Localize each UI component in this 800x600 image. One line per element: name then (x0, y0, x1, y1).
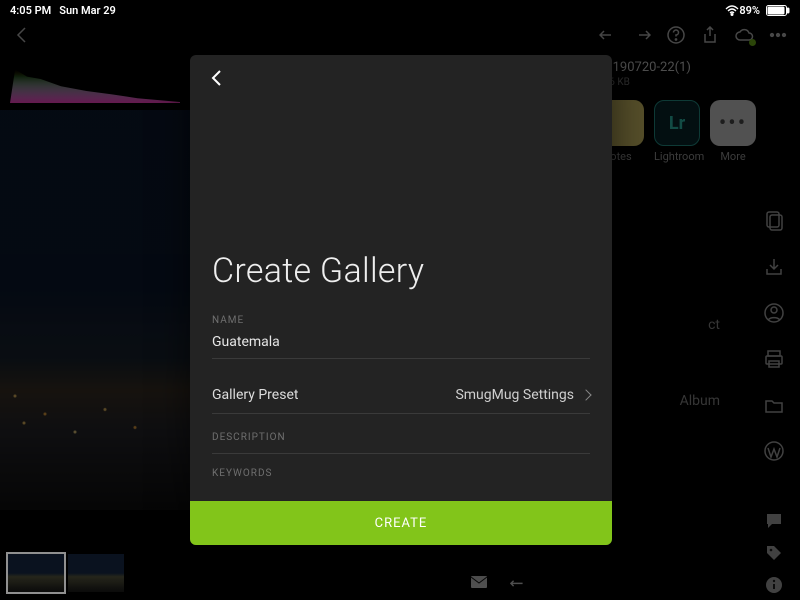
statusbar-battery-pct: 89% (739, 4, 760, 17)
ios-statusbar: 4:05 PM Sun Mar 29 89% (0, 0, 800, 20)
gallery-name-input[interactable] (212, 332, 590, 359)
right-rail-bottom (754, 512, 794, 594)
info-icon[interactable] (765, 576, 783, 594)
wifi-icon (725, 5, 739, 16)
redo-icon[interactable] (632, 25, 652, 45)
statusbar-date: Sun Mar 29 (59, 4, 116, 17)
lightroom-icon: Lr (654, 100, 700, 146)
revert-icon[interactable] (510, 574, 528, 592)
share-app-label: Lightroom (654, 150, 700, 163)
share-app-more[interactable]: ••• More (710, 100, 756, 163)
folder-icon[interactable] (763, 394, 785, 416)
person-icon[interactable] (763, 302, 785, 324)
create-gallery-modal: Create Gallery NAME Gallery Preset SmugM… (190, 55, 612, 545)
keywords-label[interactable]: KEYWORDS (212, 468, 590, 479)
wordpress-icon[interactable] (763, 440, 785, 462)
bg-label-select: ct (708, 317, 720, 333)
bg-label-album: Album (680, 393, 720, 409)
printer-icon[interactable] (763, 348, 785, 370)
share-app-lightroom[interactable]: Lr Lightroom (654, 100, 700, 163)
battery-icon (766, 5, 790, 16)
cloud-sync-icon[interactable] (734, 25, 754, 45)
mail-icon[interactable] (470, 574, 488, 592)
modal-title: Create Gallery (212, 251, 590, 291)
share-app-label: More (710, 150, 756, 163)
comment-icon[interactable] (765, 512, 783, 530)
share-sheet-title: 20190720-22(1) (598, 60, 778, 75)
more-apps-icon: ••• (710, 100, 756, 146)
statusbar-time: 4:05 PM (10, 4, 51, 17)
chevron-right-icon (580, 389, 591, 400)
back-chevron-icon[interactable] (12, 25, 32, 45)
download-icon[interactable] (763, 256, 785, 278)
description-label[interactable]: DESCRIPTION (212, 432, 590, 454)
gallery-preset-value: SmugMug Settings (455, 387, 574, 403)
name-field-label: NAME (212, 315, 590, 326)
share-sheet-subtitle: 326 KB (598, 77, 778, 88)
histogram (10, 55, 180, 103)
undo-icon[interactable] (598, 25, 618, 45)
more-icon[interactable] (768, 25, 788, 45)
gallery-preset-label: Gallery Preset (212, 387, 298, 403)
help-icon[interactable] (666, 25, 686, 45)
right-rail (754, 210, 794, 462)
tag-icon[interactable] (765, 544, 783, 562)
app-toolbar (0, 20, 800, 50)
gallery-preset-row[interactable]: Gallery Preset SmugMug Settings (212, 377, 590, 414)
create-button[interactable]: CREATE (190, 501, 612, 545)
modal-back-button[interactable] (204, 66, 228, 90)
bottom-icons (470, 574, 528, 592)
filmstrip (8, 554, 124, 592)
create-button-label: CREATE (375, 516, 428, 531)
share-icon[interactable] (700, 25, 720, 45)
copy-icon[interactable] (763, 210, 785, 232)
share-sheet: 20190720-22(1) 326 KB otes Lr Lightroom … (598, 60, 778, 173)
thumbnail[interactable] (8, 554, 64, 592)
thumbnail[interactable] (68, 554, 124, 592)
